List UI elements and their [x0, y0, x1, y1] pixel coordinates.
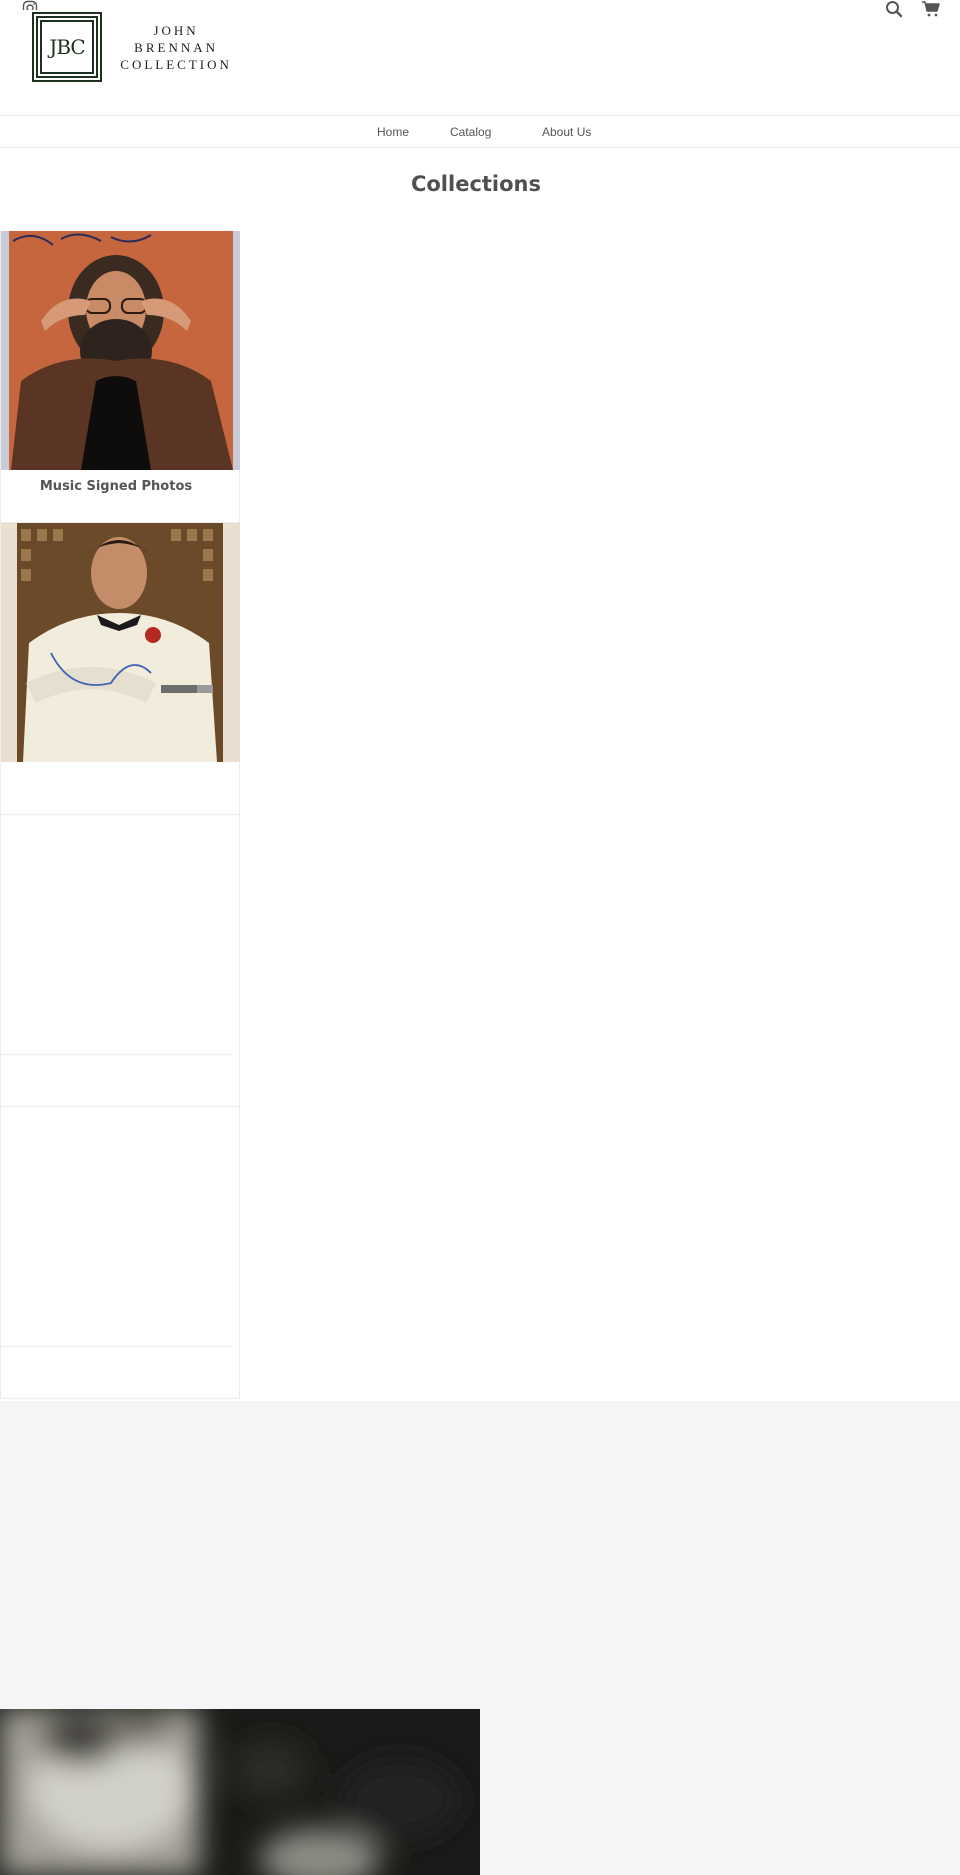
nav-catalog[interactable]: Catalog: [450, 116, 491, 148]
collection-title[interactable]: [1, 1346, 231, 1398]
site-logo[interactable]: JBC JOHN BRENNAN COLLECTION: [32, 12, 242, 82]
nav-home[interactable]: Home: [377, 116, 409, 148]
brand-name: JOHN BRENNAN COLLECTION: [110, 22, 242, 73]
collection-image: [1, 231, 240, 470]
collection-card-4[interactable]: [0, 1107, 240, 1399]
cart-icon[interactable]: [921, 0, 941, 18]
collection-image: [1, 523, 240, 762]
main-nav: Home Catalog About Us: [0, 116, 960, 148]
site-header: JBC JOHN BRENNAN COLLECTION: [0, 0, 960, 116]
collection-title[interactable]: [1, 762, 231, 814]
collection-card-music-signed-photos[interactable]: Music Signed Photos: [0, 231, 240, 523]
page-title: Collections: [410, 172, 542, 196]
logo-mark: JBC: [32, 12, 102, 82]
footer-banner-image: [0, 1709, 480, 1875]
collection-card-3[interactable]: [0, 815, 240, 1107]
logo-monogram: JBC: [49, 35, 85, 59]
collection-image-placeholder: [1, 815, 240, 1054]
collection-card-2[interactable]: [0, 523, 240, 815]
instagram-icon[interactable]: [22, 0, 38, 10]
collection-title[interactable]: Music Signed Photos: [1, 470, 231, 522]
nav-about-us[interactable]: About Us: [542, 116, 591, 148]
brand-line-2: COLLECTION: [120, 56, 232, 72]
collection-title[interactable]: [1, 1054, 231, 1106]
brand-line-1: JOHN BRENNAN: [134, 22, 219, 55]
search-icon[interactable]: [885, 0, 905, 18]
collection-image-placeholder: [1, 1107, 240, 1346]
collection-grid: Music Signed Photos: [0, 231, 240, 1399]
